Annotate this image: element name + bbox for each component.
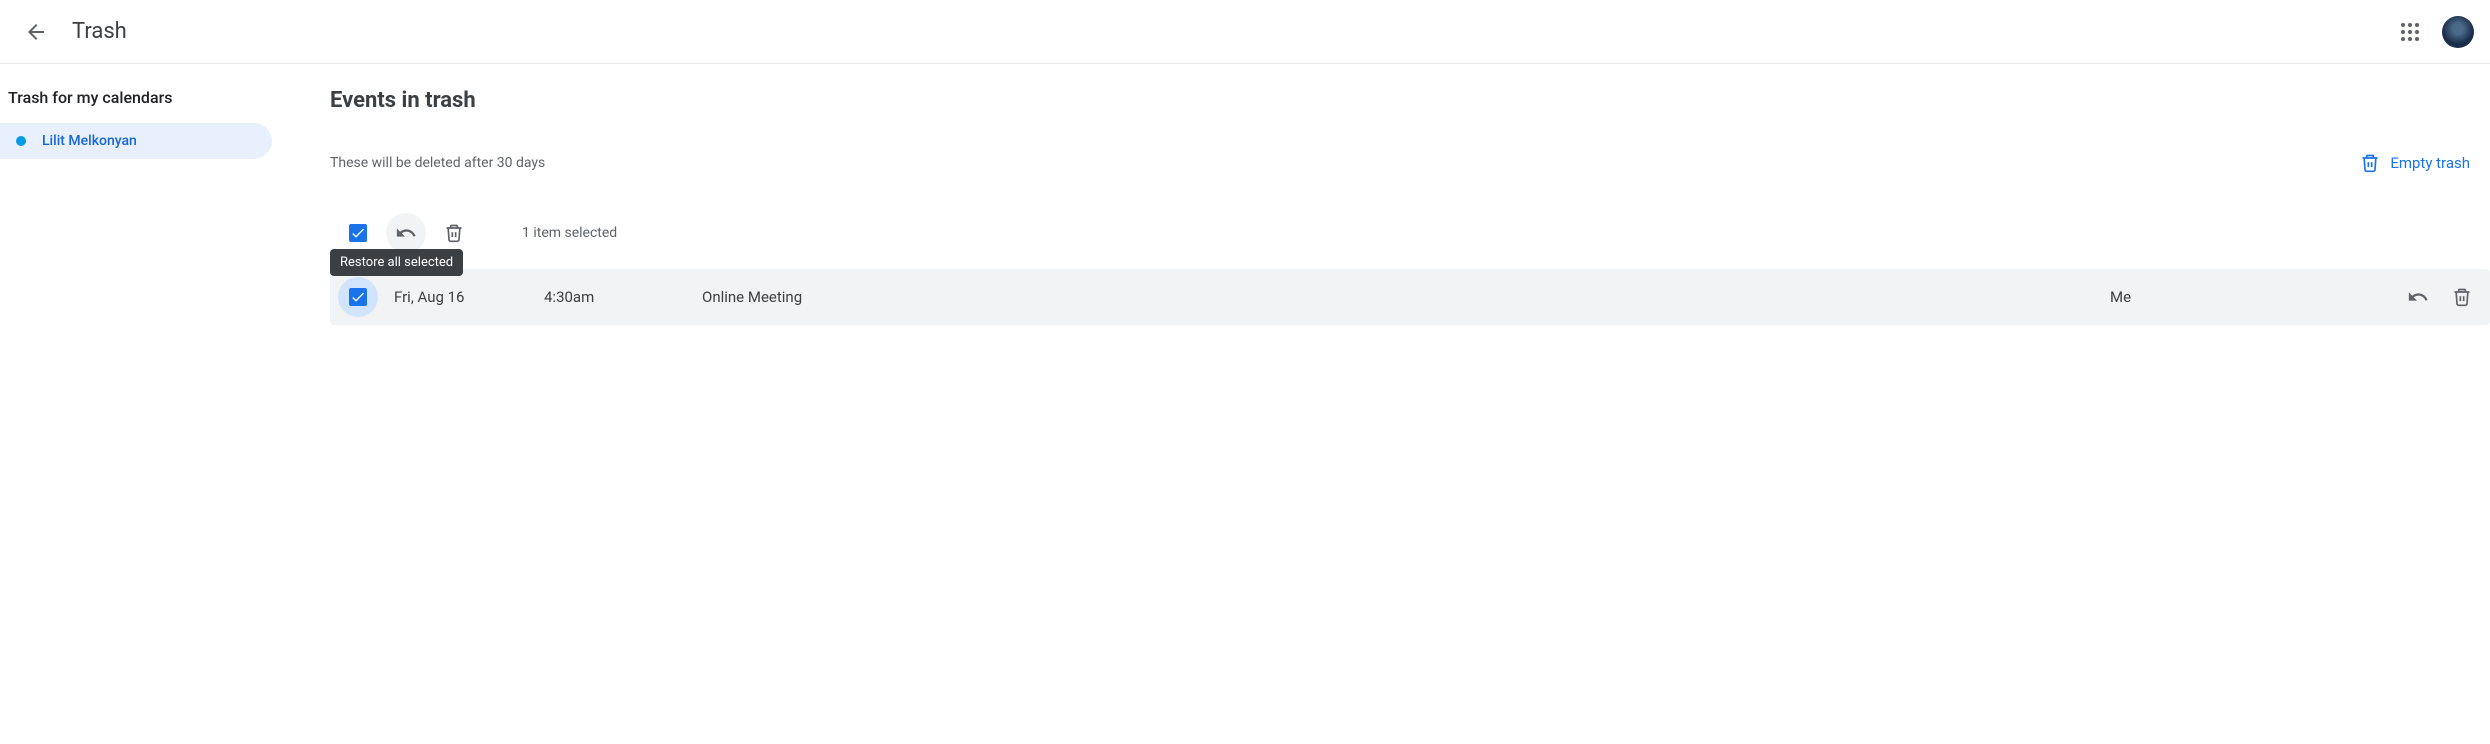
delete-all-button[interactable] — [434, 213, 474, 253]
restore-event-button[interactable] — [2398, 277, 2438, 317]
page-title: Trash — [72, 19, 127, 44]
delete-event-button[interactable] — [2442, 277, 2482, 317]
trash-event-row[interactable]: Fri, Aug 16 4:30am Online Meeting Me — [330, 269, 2490, 325]
trash-icon — [2452, 287, 2472, 307]
checkmark-icon — [350, 225, 366, 241]
sidebar-title: Trash for my calendars — [0, 88, 280, 123]
back-button[interactable] — [16, 12, 56, 52]
event-time: 4:30am — [544, 288, 694, 306]
sidebar: Trash for my calendars Lilit Melkonyan — [0, 64, 280, 349]
arrow-left-icon — [24, 20, 48, 44]
checkmark-icon — [350, 289, 366, 305]
header-left: Trash — [16, 12, 127, 52]
empty-trash-button[interactable]: Empty trash — [2348, 145, 2482, 181]
row-actions — [2398, 277, 2482, 317]
select-all-checkbox-wrap[interactable] — [338, 213, 378, 253]
calendar-color-dot-icon — [16, 136, 26, 146]
undo-icon — [395, 222, 417, 244]
select-all-checkbox — [349, 224, 367, 242]
empty-trash-label: Empty trash — [2390, 154, 2470, 172]
apps-grid-icon — [2398, 20, 2422, 44]
retention-text: These will be deleted after 30 days — [330, 155, 545, 171]
restore-all-button[interactable] — [386, 213, 426, 253]
apps-button[interactable] — [2390, 12, 2430, 52]
content-sub-row: These will be deleted after 30 days Empt… — [330, 145, 2490, 181]
app-header: Trash — [0, 0, 2490, 64]
undo-icon — [2407, 286, 2429, 308]
event-title: Online Meeting — [702, 288, 2102, 306]
avatar[interactable] — [2442, 16, 2474, 48]
trash-icon — [2360, 153, 2380, 173]
event-owner: Me — [2110, 288, 2390, 306]
selection-count-text: 1 item selected — [522, 225, 617, 241]
tooltip: Restore all selected — [330, 249, 463, 276]
content-title: Events in trash — [330, 88, 2490, 113]
main-layout: Trash for my calendars Lilit Melkonyan E… — [0, 64, 2490, 349]
sidebar-item-calendar[interactable]: Lilit Melkonyan — [0, 123, 272, 159]
row-checkbox-wrap[interactable] — [338, 277, 378, 317]
sidebar-item-label: Lilit Melkonyan — [42, 133, 137, 149]
event-date: Fri, Aug 16 — [386, 288, 536, 306]
content-area: Events in trash These will be deleted af… — [280, 64, 2490, 349]
row-checkbox — [349, 288, 367, 306]
selection-toolbar: 1 item selected Restore all selected — [330, 205, 2490, 269]
trash-icon — [444, 223, 464, 243]
header-right — [2390, 12, 2474, 52]
